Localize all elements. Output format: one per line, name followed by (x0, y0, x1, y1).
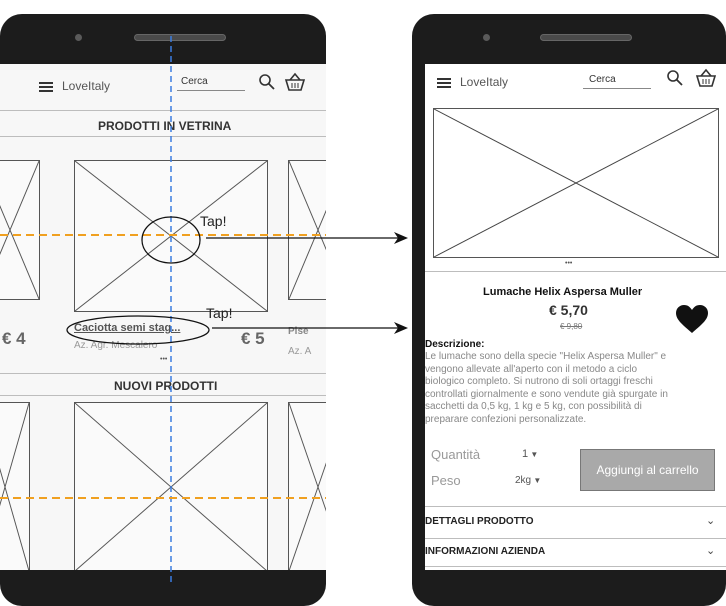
quantity-label: Quantità (431, 447, 481, 462)
chevron-down-icon[interactable]: ⌄ (706, 544, 715, 557)
quantity-select[interactable]: 1 ▼ (522, 448, 538, 460)
product-title: Lumache Helix Aspersa Muller (483, 286, 643, 298)
description-line: controllati giornalmente e sono vendute … (425, 388, 668, 400)
chevron-down-icon[interactable]: ⌄ (706, 514, 715, 527)
accordion-product-details[interactable]: DETTAGLI PRODOTTO (425, 516, 534, 527)
description-line: preparare confezioni personalizzate. (425, 413, 587, 425)
description-line: Le lumache sono della specie "Helix Aspe… (425, 351, 667, 362)
accordion-company-info[interactable]: INFORMAZIONI AZIENDA (425, 546, 545, 557)
speaker-grille (540, 34, 632, 41)
add-to-cart-button[interactable]: Aggiungi al carrello (580, 449, 715, 491)
menu-icon[interactable] (437, 78, 451, 90)
app-name[interactable]: LoveItaly (460, 75, 508, 89)
old-price: € 9,80 (560, 322, 583, 331)
search-icon[interactable] (666, 69, 684, 87)
chevron-down-icon: ▼ (528, 450, 539, 459)
image-divider (425, 271, 726, 272)
product-image[interactable] (433, 108, 719, 258)
description-label: Descrizione: (425, 339, 485, 350)
description-text: Le lumache sono della specie "Helix Aspe… (425, 351, 726, 426)
accordion-divider (425, 538, 726, 539)
search-underline (583, 88, 651, 89)
camera-icon (483, 34, 490, 41)
accordion-divider (425, 566, 726, 567)
product-price: € 5,70 (549, 302, 588, 318)
image-carousel-dots: ••• (565, 260, 573, 267)
weight-label: Peso (431, 473, 461, 488)
weight-value: 2kg (515, 475, 532, 486)
chevron-down-icon: ▼ (531, 476, 542, 485)
right-phone-screen: LoveItaly Cerca ••• Lumache Helix Aspers… (425, 64, 726, 570)
arrow-right-icon (206, 232, 408, 334)
basket-icon[interactable] (695, 68, 717, 88)
heart-icon[interactable] (675, 304, 709, 334)
weight-select[interactable]: 2kg ▼ (515, 475, 541, 486)
description-line: vengono allevate all'aperto con il metod… (425, 363, 638, 375)
description-line: sacchetti da 0,5 kg, 1 kg e 5 kg, con po… (425, 401, 642, 412)
accordion-divider (425, 506, 726, 507)
search-input[interactable]: Cerca (589, 74, 616, 85)
description-line: biologico completo. Si nutrono di soli o… (425, 376, 653, 387)
